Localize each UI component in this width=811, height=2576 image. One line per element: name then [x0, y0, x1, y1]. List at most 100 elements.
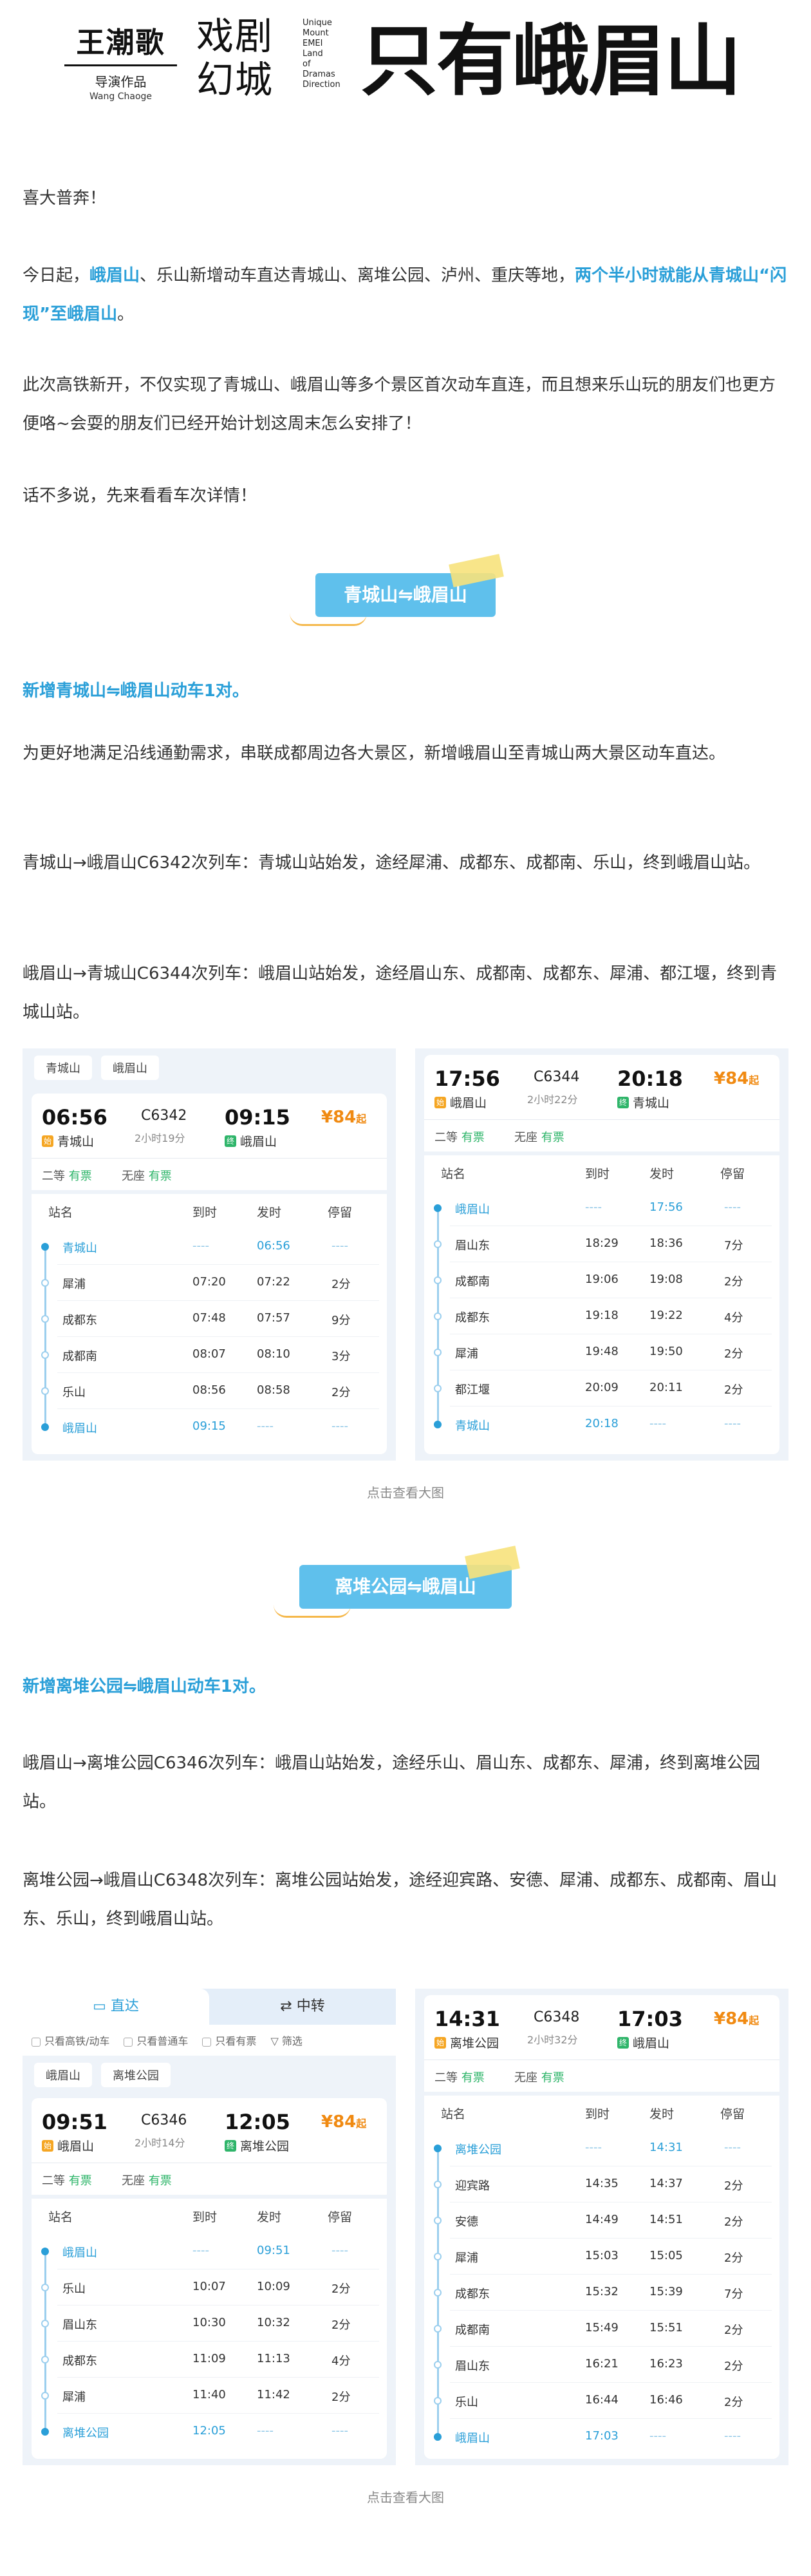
stop-depart: 14:51 — [649, 2213, 683, 2226]
arrival-time: 09:15 — [225, 1105, 290, 1130]
stop-row[interactable]: 峨眉山 ---- 09:51 ---- — [32, 2233, 387, 2269]
station-chip[interactable]: 峨眉山 — [101, 1056, 159, 1080]
train-screenshot[interactable]: 14:31 C6348 2小时32分 17:03 ¥84起始离堆公园终峨眉山 二等 有票无… — [415, 1989, 788, 2465]
stop-row[interactable]: 成都东 07:48 07:57 9分 — [32, 1301, 387, 1337]
stack-line: Direction — [303, 80, 340, 90]
destination-station: 终青城山 — [617, 1094, 669, 1111]
stop-row[interactable]: 眉山东 16:21 16:23 2分 — [424, 2347, 779, 2383]
stop-dot-icon — [434, 2397, 442, 2405]
stop-dot-icon — [41, 1423, 49, 1431]
stop-row[interactable]: 成都东 19:18 19:22 4分 — [424, 1298, 779, 1334]
column-header-depart: 发时 — [257, 2210, 282, 2224]
price: ¥84起 — [714, 1069, 759, 1088]
filter-available[interactable]: 只看有票 — [202, 2032, 256, 2048]
stop-row[interactable]: 乐山 16:44 16:46 2分 — [424, 2383, 779, 2419]
column-header-stop: 停留 — [328, 1206, 353, 1220]
price: ¥84起 — [321, 1108, 366, 1127]
tab-label: 直达 — [110, 1998, 139, 2014]
stop-row[interactable]: 青城山 ---- 06:56 ---- — [32, 1229, 387, 1265]
stop-row[interactable]: 离堆公园 12:05 ---- ---- — [32, 2414, 387, 2450]
train-card: 17:56 C6344 2小时22分 20:18 ¥84起始峨眉山终青城山 二等 有票 无座… — [424, 1055, 779, 1454]
stop-row[interactable]: 乐山 08:56 08:58 2分 — [32, 1373, 387, 1409]
text-span: 。 — [117, 305, 135, 324]
brand-subtitle: 导演作品 — [95, 74, 147, 90]
seat-label: 无座 — [122, 1170, 145, 1183]
stop-row[interactable]: 都江堰 20:09 20:11 2分 — [424, 1370, 779, 1406]
stop-row[interactable]: 成都东 15:32 15:39 7分 — [424, 2275, 779, 2311]
stop-depart: ---- — [257, 2424, 274, 2438]
stop-row[interactable]: 眉山东 10:30 10:32 2分 — [32, 2306, 387, 2342]
stop-row[interactable]: 峨眉山 ---- 17:56 ---- — [424, 1190, 779, 1226]
price-value: ¥84 — [714, 1069, 749, 1088]
stop-row[interactable]: 成都南 15:49 15:51 2分 — [424, 2311, 779, 2347]
page-header: 王潮歌 导演作品 Wang Chaoge 戏剧 幻城 Unique Mount … — [0, 0, 811, 142]
stop-row[interactable]: 安德 14:49 14:51 2分 — [424, 2202, 779, 2239]
stop-row[interactable]: 犀浦 19:48 19:50 2分 — [424, 1334, 779, 1370]
stop-station: 峨眉山 — [62, 1422, 97, 1435]
seat-second-class: 二等 有票 — [42, 2172, 92, 2188]
station-chip[interactable]: 青城山 — [34, 1056, 92, 1080]
stop-arrive: ---- — [192, 2244, 209, 2257]
stop-depart: 07:22 — [257, 1275, 290, 1289]
seat-status: 有票 — [148, 1170, 172, 1183]
stop-row[interactable]: 离堆公园 ---- 14:31 ---- — [424, 2130, 779, 2166]
column-header-arrive: 到时 — [192, 1206, 218, 1220]
image-caption[interactable]: 点击查看大图 — [0, 1482, 811, 1501]
train-screenshot[interactable]: 17:56 C6344 2小时22分 20:18 ¥84起始峨眉山终青城山 二等 有票 无座… — [415, 1048, 788, 1461]
filter-button[interactable]: ▽ 筛选 — [270, 2032, 302, 2048]
stop-row[interactable]: 青城山 20:18 ---- ---- — [424, 1406, 779, 1443]
stop-row[interactable]: 成都东 11:09 11:13 4分 — [32, 2342, 387, 2378]
stop-dot-icon — [434, 2145, 442, 2152]
filter-normal[interactable]: 只看普通车 — [124, 2032, 188, 2048]
image-caption[interactable]: 点击查看大图 — [0, 2487, 811, 2506]
stop-row[interactable]: 犀浦 11:40 11:42 2分 — [32, 2378, 387, 2414]
end-tag-icon: 终 — [225, 1135, 236, 1147]
departure-time: 06:56 — [42, 1105, 107, 1130]
stop-arrive: 08:07 — [192, 1347, 226, 1361]
stop-row[interactable]: 眉山东 18:29 18:36 7分 — [424, 1226, 779, 1262]
stop-dot-icon — [434, 2217, 442, 2224]
stop-row[interactable]: 犀浦 15:03 15:05 2分 — [424, 2239, 779, 2275]
station-chip[interactable]: 离堆公园 — [101, 2063, 171, 2087]
station-chip[interactable]: 峨眉山 — [34, 2063, 92, 2087]
stop-station: 成都东 — [455, 1311, 490, 1325]
stop-row[interactable]: 峨眉山 09:15 ---- ---- — [32, 1409, 387, 1445]
stop-dot-icon — [41, 1387, 49, 1395]
stop-station: 都江堰 — [455, 1383, 490, 1397]
stop-row[interactable]: 成都南 19:06 19:08 2分 — [424, 1262, 779, 1298]
seat-status: 有票 — [541, 2071, 564, 2085]
price-suffix: 起 — [749, 2014, 760, 2027]
price-suffix: 起 — [356, 2117, 367, 2130]
stop-depart: ---- — [257, 1419, 274, 1433]
stop-depart: 14:31 — [649, 2141, 683, 2154]
train-screenshot[interactable]: 青城山 峨眉山 06:56 C6342 2小时19分 09:15 ¥84起始青城山终峨眉… — [23, 1048, 396, 1461]
origin-name: 离堆公园 — [450, 2036, 499, 2050]
tab-direct[interactable]: ▭ 直达 — [23, 1989, 209, 2025]
seat-label: 无座 — [514, 1131, 537, 1144]
stop-dot-icon — [434, 1421, 442, 1428]
column-header-station: 站名 — [48, 2210, 73, 2224]
column-header-depart: 发时 — [649, 1167, 675, 1181]
train-screenshot[interactable]: ▭ 直达 ⇄ 中转 只看高铁/动车 只看普通车 只看有票 ▽ 筛选 峨眉山 离堆… — [23, 1989, 396, 2465]
stop-row[interactable]: 迎宾路 14:35 14:37 2分 — [424, 2166, 779, 2202]
stop-duration: ---- — [724, 1417, 741, 1430]
stop-row[interactable]: 犀浦 07:20 07:22 2分 — [32, 1265, 387, 1301]
trip-duration: 2小时22分 — [527, 1094, 578, 1106]
stop-station: 峨眉山 — [62, 2246, 97, 2260]
stop-duration: ---- — [724, 2429, 741, 2443]
stop-dot-icon — [434, 2361, 442, 2369]
column-header-depart: 发时 — [649, 2107, 675, 2121]
filter-highspeed[interactable]: 只看高铁/动车 — [32, 2032, 109, 2048]
stop-dot-icon — [41, 2284, 49, 2291]
stop-row[interactable]: 乐山 10:07 10:09 2分 — [32, 2269, 387, 2306]
tab-transfer[interactable]: ⇄ 中转 — [209, 1989, 396, 2025]
stop-dot-icon — [434, 1276, 442, 1284]
seat-second-class: 二等 有票 — [42, 1167, 92, 1184]
card-divider — [424, 1119, 779, 1120]
stop-row[interactable]: 成都南 08:07 08:10 3分 — [32, 1337, 387, 1373]
start-tag-icon: 始 — [42, 2139, 53, 2152]
column-header-station: 站名 — [441, 1167, 466, 1181]
stop-row[interactable]: 峨眉山 17:03 ---- ---- — [424, 2419, 779, 2455]
seat-status: 有票 — [68, 1170, 92, 1183]
stop-duration: ---- — [724, 1200, 741, 1214]
